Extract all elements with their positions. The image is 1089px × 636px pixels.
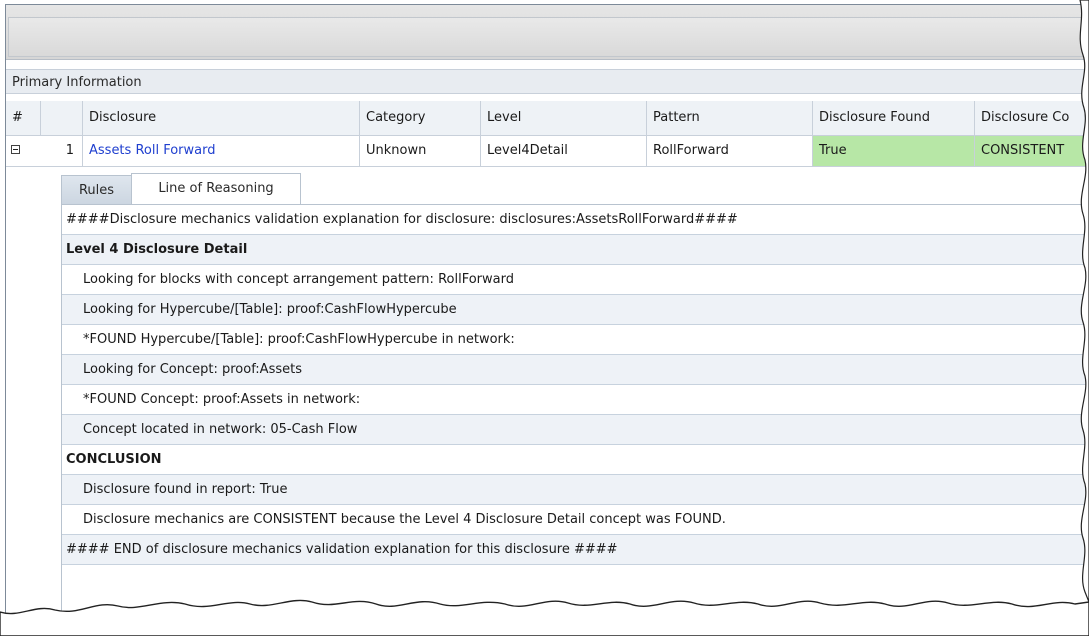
category-cell: Unknown — [360, 136, 481, 166]
column-header-spacer — [41, 101, 83, 135]
collapse-icon[interactable] — [11, 145, 20, 154]
toolbar — [6, 5, 1089, 60]
reasoning-line: Disclosure found in report: True — [62, 475, 1089, 505]
tab-rules[interactable]: Rules — [61, 175, 132, 204]
disclosure-consistency-cell: CONSISTENT — [975, 136, 1089, 166]
column-header-disclosure[interactable]: Disclosure — [83, 101, 360, 135]
row-number: 1 — [41, 136, 83, 166]
reasoning-line: Looking for Hypercube/[Table]: proof:Cas… — [62, 295, 1089, 325]
reasoning-heading: CONCLUSION — [62, 445, 1089, 475]
toolbar-strip — [8, 17, 1089, 57]
row-expander-cell[interactable] — [6, 136, 41, 166]
reasoning-line: #### END of disclosure mechanics validat… — [62, 535, 1089, 565]
reasoning-heading: Level 4 Disclosure Detail — [62, 235, 1089, 265]
disclosure-found-cell: True — [813, 136, 975, 166]
pattern-cell: RollForward — [647, 136, 813, 166]
level-cell: Level4Detail — [481, 136, 647, 166]
column-header-number[interactable]: # — [6, 101, 41, 135]
reasoning-line: *FOUND Concept: proof:Assets in network: — [62, 385, 1089, 415]
grid-header: # Disclosure Category Level Pattern Disc… — [6, 101, 1089, 136]
column-header-level[interactable]: Level — [481, 101, 647, 135]
reasoning-line: Looking for blocks with concept arrangem… — [62, 265, 1089, 295]
tab-line-of-reasoning[interactable]: Line of Reasoning — [131, 173, 301, 204]
column-header-disclosure-found[interactable]: Disclosure Found — [813, 101, 975, 135]
column-header-disclosure-consistency[interactable]: Disclosure Co — [975, 101, 1089, 135]
reasoning-panel: ####Disclosure mechanics validation expl… — [61, 204, 1089, 633]
reasoning-line: Disclosure mechanics are CONSISTENT beca… — [62, 505, 1089, 535]
table-row[interactable]: 1 Assets Roll Forward Unknown Level4Deta… — [6, 136, 1089, 167]
disclosure-link[interactable]: Assets Roll Forward — [83, 136, 360, 166]
reasoning-line: Concept located in network: 05-Cash Flow — [62, 415, 1089, 445]
results-window: Primary Information # Disclosure Categor… — [5, 4, 1089, 633]
column-header-category[interactable]: Category — [360, 101, 481, 135]
reasoning-line: *FOUND Hypercube/[Table]: proof:CashFlow… — [62, 325, 1089, 355]
section-header: Primary Information — [6, 69, 1089, 94]
reasoning-line: ####Disclosure mechanics validation expl… — [62, 205, 1089, 235]
column-header-pattern[interactable]: Pattern — [647, 101, 813, 135]
reasoning-line: Looking for Concept: proof:Assets — [62, 355, 1089, 385]
